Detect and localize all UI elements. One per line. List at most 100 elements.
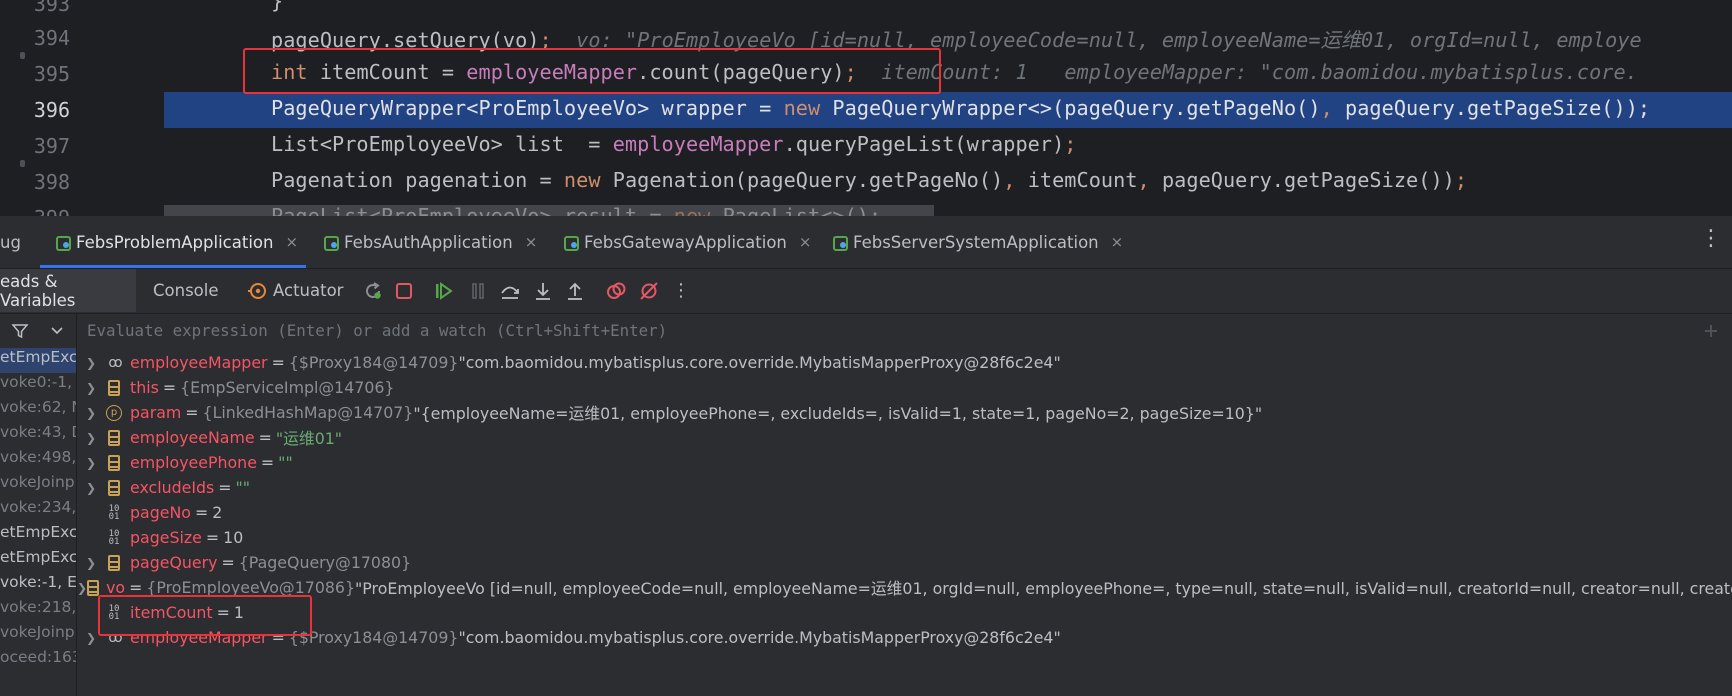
tab-console[interactable]: Console xyxy=(153,269,219,312)
filter-icon[interactable] xyxy=(11,322,29,340)
frame-item[interactable]: voke:498, xyxy=(0,448,76,473)
code-text: } xyxy=(271,0,284,13)
code-line-398[interactable]: Pagenation pagenation = new Pagenation(p… xyxy=(271,168,1467,192)
tab-febs-problem-application[interactable]: FebsProblemApplication × xyxy=(56,216,298,268)
step-over-icon[interactable] xyxy=(499,280,521,302)
object-icon xyxy=(105,454,123,472)
view-breakpoints-icon[interactable] xyxy=(605,280,627,302)
variable-row[interactable]: 10 01 pageSize = 10 xyxy=(77,525,1732,550)
chevron-right-icon[interactable]: ❯ xyxy=(77,356,105,370)
active-tab-indicator xyxy=(40,265,306,268)
code-semicolon: ; xyxy=(1064,132,1077,156)
variable-row[interactable]: ❯ oo employeeMapper = {$Proxy184@14709} "… xyxy=(77,350,1732,375)
variable-row[interactable]: ❯ excludeIds = "" xyxy=(77,475,1732,500)
variable-type: {PageQuery@17080} xyxy=(238,553,412,572)
stop-icon[interactable] xyxy=(393,280,415,302)
equals-sign: = xyxy=(194,503,209,522)
tab-label: FebsServerSystemApplication xyxy=(853,232,1099,252)
frame-item[interactable]: vokeJoinp xyxy=(0,623,76,648)
chevron-right-icon[interactable]: ❯ xyxy=(77,556,105,570)
object-icon xyxy=(105,379,123,397)
object-icon xyxy=(87,579,100,597)
frame-item[interactable]: vokeJoinp xyxy=(0,473,76,498)
tab-febs-gateway-application[interactable]: FebsGatewayApplication × xyxy=(564,216,811,268)
frame-item[interactable]: voke:218, xyxy=(0,598,76,623)
resume-icon[interactable] xyxy=(433,280,455,302)
frame-item[interactable]: voke:62, N xyxy=(0,398,76,423)
frame-item[interactable]: etEmpExcl xyxy=(0,523,76,548)
more-actions-icon[interactable]: ⋮ xyxy=(670,280,692,302)
equals-sign: = xyxy=(221,553,235,572)
frame-item[interactable]: voke:234, xyxy=(0,498,76,523)
chevron-right-icon[interactable]: ❯ xyxy=(77,406,105,420)
close-icon[interactable]: × xyxy=(1111,233,1124,251)
mute-breakpoints-icon[interactable] xyxy=(638,280,660,302)
add-watch-icon[interactable] xyxy=(1703,323,1719,339)
frame-item[interactable]: etEmpExcl xyxy=(0,348,76,373)
chevron-right-icon[interactable]: ❯ xyxy=(77,581,87,595)
chevron-right-icon[interactable]: ❯ xyxy=(77,381,105,395)
tab-label: Console xyxy=(153,281,219,300)
tab-actuator[interactable]: Actuator xyxy=(247,269,343,312)
chevron-right-icon[interactable]: ❯ xyxy=(77,456,105,470)
equals-sign: = xyxy=(258,428,272,447)
close-icon[interactable]: × xyxy=(525,233,538,251)
code-field: employeeMapper xyxy=(612,132,784,156)
variables-tree: ❯ oo employeeMapper = {$Proxy184@14709} "… xyxy=(77,348,1732,696)
code-text: pageQuery.getPageSize()) xyxy=(1149,168,1455,192)
close-icon[interactable]: × xyxy=(285,233,298,251)
frame-item[interactable]: voke:43, D xyxy=(0,423,76,448)
code-text: PageQueryWrapper<>(pageQuery.getPageNo() xyxy=(820,96,1321,120)
code-editor[interactable]: 393 394 395 396 397 398 399 } pageQuery.… xyxy=(0,0,1732,216)
chevron-right-icon[interactable]: ❯ xyxy=(77,481,105,495)
variable-name: this xyxy=(130,378,159,397)
variable-value: "" xyxy=(278,453,293,472)
variable-name: param xyxy=(130,403,182,422)
variable-type: {$Proxy184@14709} xyxy=(288,628,459,647)
tab-febs-server-system-application[interactable]: FebsServerSystemApplication × xyxy=(833,216,1123,268)
variable-row[interactable]: ❯ vo = {ProEmployeeVo@17086} "ProEmployee… xyxy=(77,575,1732,600)
fold-marker[interactable] xyxy=(20,160,25,167)
fold-marker[interactable] xyxy=(20,52,25,59)
equals-sign: = xyxy=(185,403,199,422)
pause-icon[interactable] xyxy=(467,280,489,302)
rerun-icon[interactable] xyxy=(362,280,384,302)
code-line-396[interactable]: PageQueryWrapper<ProEmployeeVo> wrapper … xyxy=(271,96,1650,120)
frame-item[interactable]: oceed:163 xyxy=(0,648,76,673)
close-icon[interactable]: × xyxy=(799,233,812,251)
line-number-current: 396 xyxy=(33,98,70,122)
variable-row[interactable]: ❯ oo employeeMapper = {$Proxy184@14709} "… xyxy=(77,625,1732,650)
variable-row[interactable]: ❯ employeePhone = "" xyxy=(77,450,1732,475)
equals-sign: = xyxy=(271,353,285,372)
evaluate-expression-input[interactable]: Evaluate expression (Enter) or add a wat… xyxy=(76,314,1732,348)
variable-name: excludeIds xyxy=(130,478,215,497)
frame-item[interactable]: etEmpExcl xyxy=(0,548,76,573)
code-line-397[interactable]: List<ProEmployeeVo> list = employeeMappe… xyxy=(271,132,1077,156)
code-text: Pagenation pagenation = xyxy=(271,168,564,192)
variable-row[interactable]: 10 01 pageNo = 2 xyxy=(77,500,1732,525)
code-text: ); xyxy=(1625,96,1651,120)
tab-threads-variables[interactable]: eads & Variables xyxy=(0,269,136,312)
tab-febs-auth-application[interactable]: FebsAuthApplication × xyxy=(324,216,537,268)
code-line-393[interactable]: } xyxy=(271,0,283,13)
frame-item[interactable]: voke0:-1, xyxy=(0,373,76,398)
code-text: .queryPageList(wrapper) xyxy=(783,132,1065,156)
chevron-down-icon[interactable] xyxy=(50,324,64,338)
step-out-icon[interactable] xyxy=(564,280,586,302)
more-options-icon[interactable]: ⋮ xyxy=(1700,226,1722,251)
variable-row[interactable]: ❯ this = {EmpServiceImpl@14706} xyxy=(77,375,1732,400)
variable-row[interactable]: ❯ pageQuery = {PageQuery@17080} xyxy=(77,550,1732,575)
tab-label: FebsProblemApplication xyxy=(76,232,274,252)
frame-item[interactable]: voke:-1, Er xyxy=(0,573,76,598)
watch-icon: oo xyxy=(108,354,122,371)
code-line-399[interactable]: PageList<ProEmployeeVo> result = new Pag… xyxy=(271,204,881,216)
variable-row[interactable]: ❯ employeeName = "运维01" xyxy=(77,425,1732,450)
variable-row[interactable]: ❯ p param = {LinkedHashMap@14707} "{emplo… xyxy=(77,400,1732,425)
code-keyword: new xyxy=(563,168,601,192)
equals-sign: = xyxy=(260,453,275,472)
spring-boot-icon xyxy=(564,235,579,251)
chevron-right-icon[interactable]: ❯ xyxy=(77,431,105,445)
variable-row[interactable]: 10 01 itemCount = 1 xyxy=(77,600,1732,625)
variable-name: pageSize xyxy=(130,528,202,547)
step-into-icon[interactable] xyxy=(532,280,554,302)
